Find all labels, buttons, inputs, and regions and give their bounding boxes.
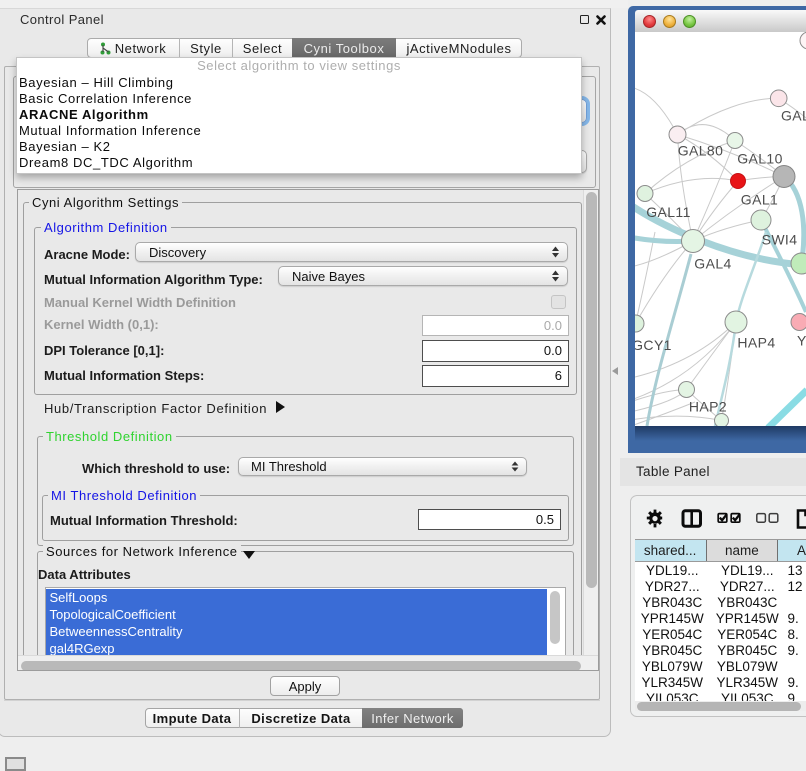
svg-text:GAL10: GAL10 [737,150,783,166]
svg-text:GAL11: GAL11 [646,204,691,220]
svg-text:GAL1: GAL1 [740,191,777,207]
svg-text:GCY1: GCY1 [635,337,672,353]
svg-text:GAL: GAL [781,107,806,123]
svg-text:Y: Y [797,332,806,348]
svg-text:GAL4: GAL4 [694,255,731,271]
svg-text:HAP2: HAP2 [688,398,726,414]
svg-text:GAL80: GAL80 [677,142,723,158]
svg-text:HAP4: HAP4 [737,334,775,350]
svg-text:SWI4: SWI4 [761,231,797,247]
